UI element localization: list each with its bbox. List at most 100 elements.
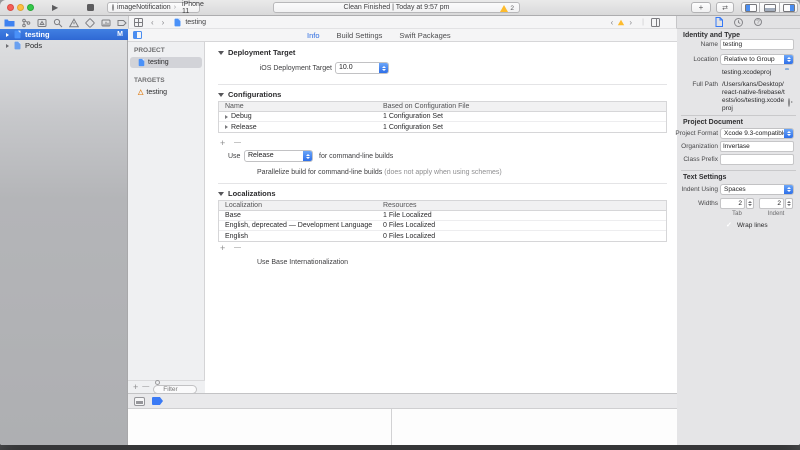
app-target-icon: △ bbox=[138, 89, 143, 97]
localization-resources: 0 Files Localized bbox=[383, 222, 666, 229]
inspector-tab-bar: ? bbox=[677, 16, 800, 29]
issue-navigator-icon[interactable] bbox=[69, 18, 79, 28]
popup-value: 10.0 bbox=[336, 63, 379, 73]
row-disclosure-icon[interactable] bbox=[225, 125, 228, 129]
indent-width-stepper[interactable] bbox=[785, 198, 793, 209]
full-path-value: /Users/kans/Desktop/react-native-firebas… bbox=[722, 81, 785, 113]
class-prefix-field[interactable] bbox=[720, 154, 794, 165]
project-doc-icon bbox=[139, 59, 145, 66]
symbol-navigator-icon[interactable] bbox=[37, 18, 47, 28]
section-deployment-target[interactable]: Deployment Target bbox=[218, 48, 295, 57]
jump-bar-warning-icon[interactable] bbox=[618, 19, 624, 25]
scheme-selector[interactable]: imageNotification › iPhone 11 bbox=[107, 2, 200, 13]
stop-button[interactable] bbox=[87, 4, 94, 11]
location-popup[interactable]: Relative to Group bbox=[720, 54, 794, 65]
identity-section-title: Identity and Type bbox=[683, 32, 740, 39]
find-navigator-icon[interactable] bbox=[53, 18, 63, 28]
add-editor-button[interactable]: + bbox=[691, 2, 711, 13]
name-label: Name bbox=[701, 41, 718, 48]
section-collapse-icon[interactable] bbox=[218, 51, 224, 55]
jump-bar-file[interactable]: testing bbox=[185, 19, 206, 26]
next-issue-chevron[interactable]: › bbox=[629, 16, 632, 29]
section-localizations[interactable]: Localizations bbox=[218, 189, 276, 198]
close-traffic-light[interactable] bbox=[7, 4, 14, 11]
target-item-label: testing bbox=[146, 89, 167, 96]
test-navigator-icon[interactable] bbox=[85, 18, 95, 28]
hide-debug-area-icon[interactable] bbox=[134, 397, 145, 406]
warning-count: 2 bbox=[510, 5, 514, 12]
section-collapse-icon[interactable] bbox=[218, 192, 224, 196]
open-path-arrow-icon[interactable] bbox=[788, 98, 790, 107]
navigator-item-pods[interactable]: Pods bbox=[0, 40, 128, 51]
zoom-traffic-light[interactable] bbox=[27, 4, 34, 11]
quick-help-inspector-tab[interactable]: ? bbox=[754, 18, 762, 26]
toggle-debug-area-button[interactable] bbox=[760, 2, 779, 13]
activity-status-display: Clean Finished | Today at 9:57 pm 2 bbox=[273, 2, 520, 13]
debug-navigator-icon[interactable] bbox=[101, 18, 111, 28]
tab-swift-packages[interactable]: Swift Packages bbox=[399, 31, 450, 40]
section-collapse-icon[interactable] bbox=[218, 93, 224, 97]
popup-stepper-icon bbox=[303, 151, 312, 161]
section-configurations[interactable]: Configurations bbox=[218, 90, 281, 99]
run-button[interactable]: ▶ bbox=[52, 0, 58, 16]
breakpoint-navigator-icon[interactable] bbox=[117, 18, 127, 28]
back-chevron[interactable]: ‹ bbox=[151, 16, 154, 29]
table-row[interactable]: Release 1 Configuration Set bbox=[219, 122, 666, 132]
divider bbox=[681, 170, 796, 171]
project-item-testing[interactable]: testing bbox=[130, 57, 202, 68]
organization-label: Organization bbox=[681, 143, 718, 150]
file-inspector-tab[interactable] bbox=[715, 17, 723, 27]
editor-options-icon[interactable] bbox=[651, 18, 660, 27]
toggle-navigator-button[interactable] bbox=[741, 2, 760, 13]
disclosure-triangle[interactable] bbox=[6, 44, 9, 48]
tab-info[interactable]: Info bbox=[307, 31, 320, 40]
indent-using-popup[interactable]: Spaces bbox=[720, 184, 794, 195]
right-panel-icon bbox=[783, 4, 795, 12]
plus-icon: + bbox=[699, 3, 704, 12]
editor-arrangement-button[interactable]: ⇄ bbox=[716, 2, 734, 13]
remove-target-button[interactable]: — bbox=[142, 382, 149, 392]
tab-build-settings[interactable]: Build Settings bbox=[337, 31, 383, 40]
table-row[interactable]: English, deprecated — Development Langua… bbox=[219, 221, 666, 231]
table-row[interactable]: Base 1 File Localized bbox=[219, 211, 666, 221]
editor-tab-strip: Info Build Settings Swift Packages bbox=[128, 29, 677, 42]
name-field[interactable] bbox=[720, 39, 794, 50]
column-based-on[interactable]: Based on Configuration File bbox=[383, 103, 666, 110]
column-name[interactable]: Name bbox=[219, 103, 383, 110]
config-based: 1 Configuration Set bbox=[383, 124, 666, 131]
table-row[interactable]: English 0 Files Localized bbox=[219, 231, 666, 241]
source-control-navigator-icon[interactable] bbox=[21, 18, 31, 28]
organization-field[interactable] bbox=[720, 141, 794, 152]
column-localization[interactable]: Localization bbox=[219, 202, 383, 209]
toggle-inspector-button[interactable] bbox=[779, 2, 798, 13]
column-resources[interactable]: Resources bbox=[383, 202, 666, 209]
row-disclosure-icon[interactable] bbox=[225, 115, 228, 119]
widths-label: Widths bbox=[698, 200, 718, 207]
disclosure-triangle[interactable] bbox=[6, 33, 9, 37]
add-configuration-button[interactable]: + bbox=[220, 138, 225, 148]
tab-width-field[interactable] bbox=[720, 198, 745, 209]
navigator-item-testing[interactable]: testing M bbox=[0, 29, 128, 40]
remove-localization-button[interactable]: — bbox=[234, 243, 241, 253]
command-line-config-popup[interactable]: Release bbox=[244, 150, 313, 162]
related-items-icon[interactable] bbox=[134, 18, 143, 27]
forward-chevron[interactable]: › bbox=[162, 16, 165, 29]
table-row[interactable]: Debug 1 Configuration Set bbox=[219, 112, 666, 122]
tab-width-stepper[interactable] bbox=[746, 198, 754, 209]
xcode-window: ▶ imageNotification › iPhone 11 Clean Fi… bbox=[0, 0, 800, 445]
history-inspector-tab[interactable] bbox=[734, 18, 743, 27]
add-localization-button[interactable]: + bbox=[220, 243, 225, 253]
breakpoints-toggle-icon[interactable] bbox=[152, 397, 163, 405]
project-format-popup[interactable]: Xcode 9.3-compatible bbox=[720, 128, 794, 139]
remove-configuration-button[interactable]: — bbox=[234, 138, 241, 148]
warning-badge[interactable]: 2 bbox=[500, 5, 514, 12]
debug-pane-divider[interactable] bbox=[391, 409, 392, 445]
add-target-button[interactable]: + bbox=[133, 382, 138, 392]
target-item-testing[interactable]: △ testing bbox=[130, 87, 202, 98]
previous-issue-chevron[interactable]: ‹ bbox=[611, 16, 614, 29]
project-navigator-icon[interactable] bbox=[4, 18, 15, 27]
deployment-target-popup[interactable]: 10.0 bbox=[335, 62, 389, 74]
indent-width-field[interactable] bbox=[759, 198, 784, 209]
minimize-traffic-light[interactable] bbox=[17, 4, 24, 11]
hide-project-panel-icon[interactable] bbox=[133, 31, 142, 39]
